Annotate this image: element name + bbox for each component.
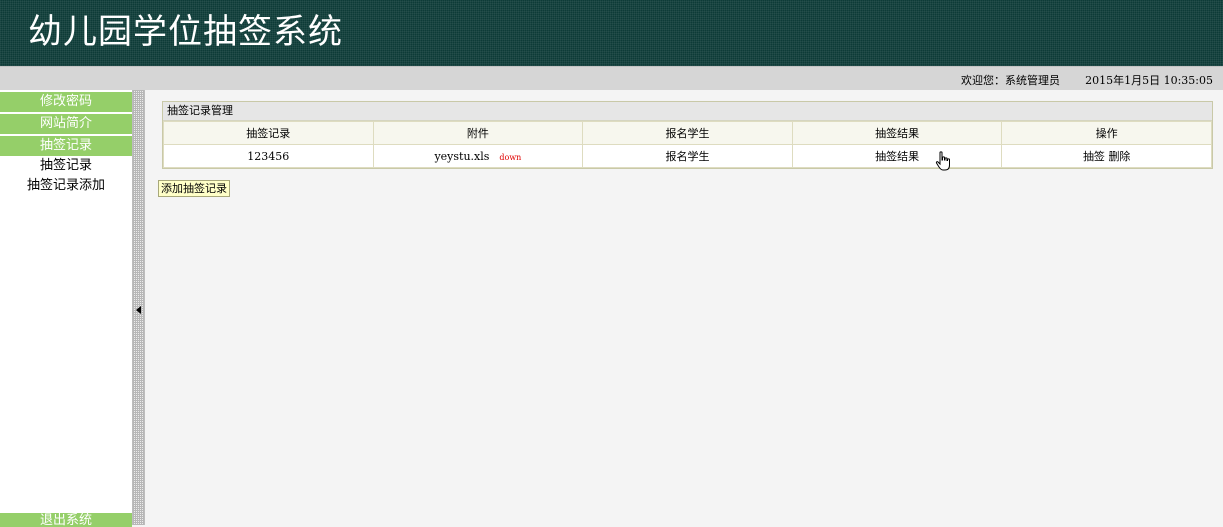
download-link[interactable]: down <box>499 153 521 162</box>
menu-site-intro[interactable]: 网站简介 <box>0 114 132 134</box>
attachment-filename: yeystu.xls <box>434 149 490 163</box>
records-panel: 抽签记录管理 抽签记录 附件 报名学生 抽签结果 操作 123456 yeyst… <box>162 101 1213 169</box>
submenu-add-lottery-record[interactable]: 抽签记录添加 <box>0 177 132 195</box>
sidebar-splitter[interactable] <box>132 90 145 525</box>
welcome-text: 欢迎您：系统管理员 <box>961 74 1060 87</box>
hand-cursor-icon <box>935 151 950 171</box>
cell-result: 抽签结果 <box>791 144 1003 168</box>
records-table: 抽签记录 附件 报名学生 抽签结果 操作 123456 yeystu.xls do… <box>163 121 1212 168</box>
add-lottery-record-button[interactable]: 添加抽签记录 <box>158 180 230 197</box>
header-banner: 幼儿园学位抽签系统 <box>0 0 1223 66</box>
cell-attachment: yeystu.xls down <box>372 144 584 168</box>
column-header-result: 抽签结果 <box>791 121 1003 145</box>
table-row: 123456 yeystu.xls down 报名学生 抽签结果 抽签 删除 <box>163 144 1212 168</box>
table-header-row: 抽签记录 附件 报名学生 抽签结果 操作 <box>163 121 1212 145</box>
menu-change-password[interactable]: 修改密码 <box>0 92 132 112</box>
result-link[interactable]: 抽签结果 <box>875 150 919 163</box>
column-header-record: 抽签记录 <box>163 121 374 145</box>
sidebar: 修改密码 网站简介 抽签记录 抽签记录 抽签记录添加 退出系统 <box>0 90 132 527</box>
menu-lottery-records[interactable]: 抽签记录 <box>0 136 132 156</box>
delete-link[interactable]: 删除 <box>1108 150 1130 163</box>
collapse-arrow-icon[interactable] <box>136 306 141 314</box>
info-bar: 欢迎您：系统管理员 2015年1月5日 10:35:05 <box>0 66 1223 90</box>
site-title: 幼儿园学位抽签系统 <box>28 12 343 52</box>
draw-link[interactable]: 抽签 <box>1083 150 1105 163</box>
cell-actions: 抽签 删除 <box>1001 144 1212 168</box>
column-header-attachment: 附件 <box>372 121 584 145</box>
cell-record: 123456 <box>163 144 374 168</box>
column-header-students: 报名学生 <box>582 121 793 145</box>
panel-title: 抽签记录管理 <box>163 102 1212 121</box>
cell-students: 报名学生 <box>582 144 793 168</box>
column-header-actions: 操作 <box>1001 121 1212 145</box>
submenu-lottery-records[interactable]: 抽签记录 <box>0 157 132 175</box>
datetime-text: 2015年1月5日 10:35:05 <box>1085 74 1213 87</box>
students-link[interactable]: 报名学生 <box>665 150 709 163</box>
